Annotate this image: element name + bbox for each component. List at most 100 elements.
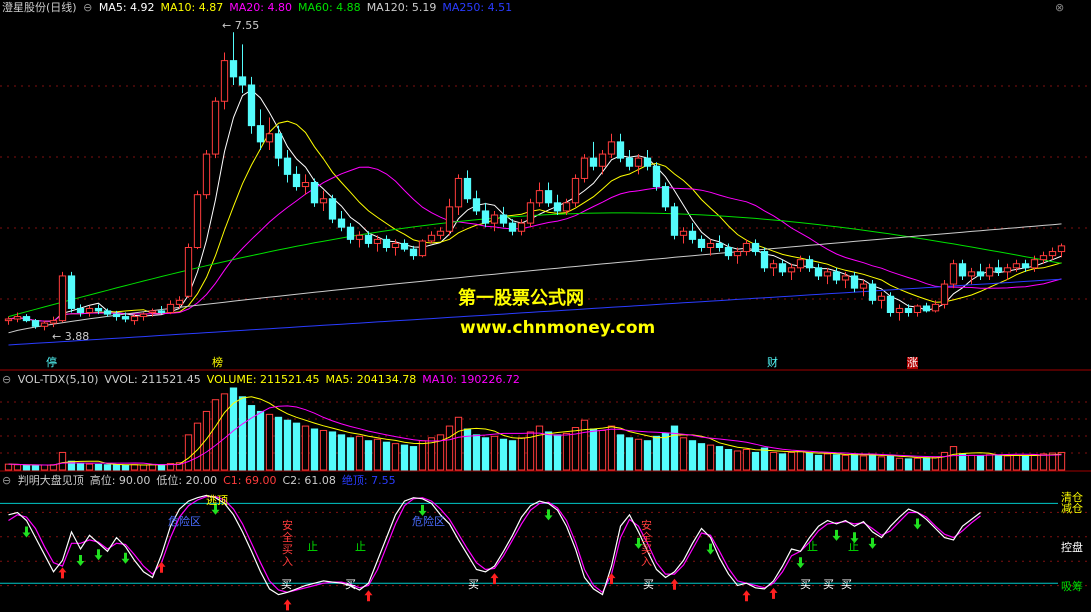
candle-body bbox=[256, 125, 265, 143]
collapse-icon[interactable]: ⊖ bbox=[2, 474, 11, 487]
volume-bar bbox=[697, 443, 706, 471]
sell-arrow-icon bbox=[832, 529, 841, 541]
stop-label: 止 bbox=[848, 540, 859, 553]
volume-bar bbox=[400, 444, 409, 471]
candle-body bbox=[598, 153, 607, 167]
level-label-accumulate: 吸筹 bbox=[1061, 580, 1083, 593]
sell-arrow-icon bbox=[121, 552, 130, 564]
high-price-label: ← 7.55 bbox=[222, 19, 260, 32]
volume-bar bbox=[499, 438, 508, 471]
volume-bar bbox=[292, 422, 301, 471]
candle-body bbox=[130, 316, 139, 322]
candle-body bbox=[1003, 267, 1012, 273]
volume-bar bbox=[328, 431, 337, 471]
level-label-reduce: 减仓 bbox=[1061, 502, 1083, 515]
candle-body bbox=[904, 307, 913, 313]
candle-body bbox=[976, 271, 985, 277]
event-tag-list[interactable]: 榜 bbox=[212, 357, 223, 369]
candle-body bbox=[472, 198, 481, 212]
event-tag-finance[interactable]: 财 bbox=[767, 357, 778, 369]
candle-body bbox=[364, 234, 373, 244]
candle-body bbox=[346, 226, 355, 240]
ma-legend: MA5: 4.92 MA10: 4.87 MA20: 4.80 MA60: 4.88 M… bbox=[99, 1, 518, 14]
candle-body bbox=[292, 173, 301, 188]
sell-arrow-icon bbox=[94, 549, 103, 561]
candle-body bbox=[589, 157, 598, 167]
candle-body bbox=[103, 310, 112, 315]
event-tag-suspend[interactable]: 停 bbox=[46, 357, 57, 369]
candle-body bbox=[490, 214, 499, 224]
volume-bar bbox=[769, 451, 778, 471]
legend-item: MA250: 4.51 bbox=[442, 1, 513, 14]
candle-body bbox=[1039, 255, 1048, 261]
volume-bar bbox=[94, 463, 103, 471]
volume-bar bbox=[616, 434, 625, 471]
close-icon[interactable]: ⊗ bbox=[1055, 1, 1064, 15]
low-price-value: 3.88 bbox=[64, 330, 90, 343]
volume-bar bbox=[958, 453, 967, 471]
volume-bar bbox=[985, 454, 994, 471]
candle-body bbox=[697, 238, 706, 248]
candle-body bbox=[931, 303, 940, 312]
candle-body bbox=[841, 275, 850, 281]
candle-body bbox=[823, 271, 832, 277]
candle-body bbox=[400, 242, 409, 250]
legend-item: MA120: 5.19 bbox=[366, 1, 437, 14]
indicator-legend-items: 判明大盘见顶 高位: 90.00 低位: 20.00 C1: 69.00 C2: 61.… bbox=[18, 474, 402, 487]
volume-bar bbox=[256, 410, 265, 471]
volume-bar bbox=[1021, 455, 1030, 471]
candle-body bbox=[463, 177, 472, 200]
indicator-panel[interactable] bbox=[0, 494, 1058, 611]
volume-bar bbox=[580, 419, 589, 471]
volume-bar bbox=[688, 440, 697, 471]
volume-bar bbox=[1003, 455, 1012, 471]
candle-body bbox=[112, 313, 121, 318]
stop-label: 止 bbox=[307, 540, 318, 553]
volume-bar bbox=[787, 451, 796, 471]
candle-body bbox=[850, 275, 859, 289]
volume-bar bbox=[373, 438, 382, 471]
candle-body bbox=[553, 202, 562, 212]
volume-bar bbox=[778, 453, 787, 471]
buy-arrow-icon bbox=[742, 590, 751, 602]
legend-item: 低位: 20.00 bbox=[156, 474, 218, 487]
legend-item: MA5: 204134.78 bbox=[325, 373, 417, 386]
volume-legend: ⊖ VOL-TDX(5,10) VVOL: 211521.45 VOLUME: 21… bbox=[2, 373, 526, 387]
chart-title: 澄星股份(日线) bbox=[2, 1, 77, 14]
volume-bar bbox=[463, 428, 472, 471]
volume-bar bbox=[868, 454, 877, 471]
collapse-icon[interactable]: ⊖ bbox=[83, 1, 92, 14]
volume-bar bbox=[418, 440, 427, 471]
volume-panel[interactable] bbox=[4, 387, 1066, 471]
volume-bar bbox=[796, 450, 805, 471]
volume-bar bbox=[283, 419, 292, 471]
legend-item: MA5: 4.92 bbox=[98, 1, 155, 14]
volume-bar bbox=[508, 440, 517, 471]
volume-bar bbox=[121, 464, 130, 471]
volume-bar bbox=[364, 440, 373, 471]
candle-body bbox=[985, 267, 994, 277]
volume-bar bbox=[661, 432, 670, 471]
volume-bar bbox=[913, 457, 922, 471]
volume-bar bbox=[679, 437, 688, 471]
low-price-label: ← 3.88 bbox=[52, 330, 90, 343]
candle-body bbox=[175, 299, 184, 305]
legend-item: MA20: 4.80 bbox=[229, 1, 292, 14]
candle-body bbox=[139, 313, 148, 318]
collapse-icon[interactable]: ⊖ bbox=[2, 373, 11, 386]
volume-bar bbox=[202, 410, 211, 471]
candle-body bbox=[310, 182, 319, 204]
volume-bar bbox=[895, 457, 904, 471]
volume-bar bbox=[544, 431, 553, 471]
buy-label: 买 bbox=[281, 578, 292, 591]
volume-bar bbox=[346, 437, 355, 471]
volume-bar bbox=[481, 437, 490, 471]
buy-arrow-icon bbox=[364, 590, 373, 602]
volume-bar bbox=[850, 453, 859, 471]
event-tag-limit-up[interactable]: 涨 bbox=[907, 357, 918, 369]
volume-bar bbox=[922, 457, 931, 471]
volume-bar bbox=[670, 425, 679, 471]
volume-bar bbox=[337, 434, 346, 471]
volume-bar bbox=[742, 449, 751, 471]
volume-bar bbox=[220, 393, 229, 471]
